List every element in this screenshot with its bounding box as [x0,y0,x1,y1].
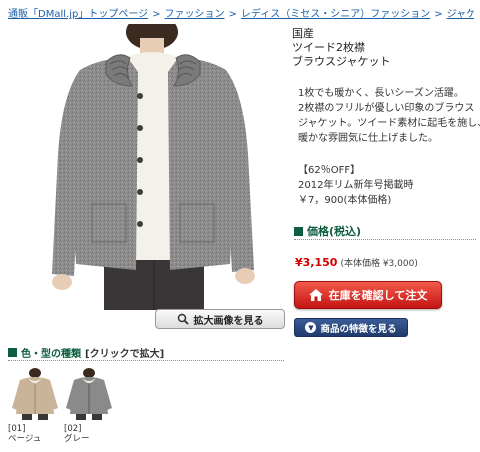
promo-catalog: 2012年リム新年号掲載時 [298,180,414,191]
zoom-image-label: 拡大画像を見る [193,315,264,327]
product-promo: 【62％OFF】 2012年リム新年号掲載時 ￥7，900(本体価格) [298,163,476,208]
description-line: 2枚襟のフリルが優しい印象のブラウス [298,103,475,114]
swatch-code: [02] [64,424,82,434]
color-options-heading: 色・型の種類 [クリックで拡大] [8,344,284,361]
price-heading-label: 価格(税込) [307,225,362,238]
breadcrumb-separator: > [228,9,237,20]
price-display: ¥3,150 (本体価格 ¥3,000) [295,256,418,269]
zoom-image-button[interactable]: 拡大画像を見る [155,309,285,329]
description-line: ジャケット。ツイード素材に起毛を施し、 [298,118,480,129]
breadcrumb-separator: > [152,9,161,20]
product-description: 1枚でも暖かく、長いシーズン活躍。 2枚襟のフリルが優しい印象のブラウス ジャケ… [298,86,480,146]
description-line: 1枚でも暖かく、長いシーズン活躍。 [298,88,464,99]
base-price: (本体価格 ¥3,000) [340,259,418,269]
jacket-model-image [52,24,255,310]
title-line: ツイード2枚襟 [292,41,365,54]
beige-jacket-thumbnail [12,368,58,420]
heading-square-icon [294,226,303,236]
breadcrumb-link-jacket[interactable]: ジャケット [447,9,474,20]
price-value: ¥3,150 [295,256,338,269]
promo-discount: 【62％OFF】 [298,165,361,176]
breadcrumb: 通販「DMall.jp」トップページ > ファッション > レディス（ミセス・シニア）フ… [8,8,474,22]
title-line: ブラウスジャケット [292,55,391,68]
breadcrumb-link-top[interactable]: 通販「DMall.jp」トップページ [8,9,148,20]
color-heading-hint: [クリックで拡大] [85,348,165,360]
chevron-down-icon: ▼ [305,322,317,333]
price-heading: 価格(税込) [294,223,476,240]
breadcrumb-link-fashion[interactable]: ファッション [165,9,225,20]
swatch-beige[interactable] [8,368,62,420]
swatch-name: ベージュ [8,434,42,444]
order-button[interactable]: 在庫を確認して注文 [294,281,442,309]
heading-square-icon [8,347,17,357]
swatch-beige-label: [01] ベージュ [8,424,41,444]
swatch-gray[interactable] [62,368,116,420]
swatch-name: グレー [64,434,90,444]
magnifier-icon [177,313,189,325]
promo-original-price: ￥7，900(本体価格) [298,195,392,206]
breadcrumb-link-ladies[interactable]: レディス（ミセス・シニア）ファッション [241,9,430,20]
breadcrumb-separator: > [434,9,443,20]
color-heading-label: 色・型の種類 [21,348,81,360]
title-line: 国産 [292,27,314,40]
description-line: 暖かな雰囲気に仕上げました。 [298,133,438,144]
swatch-gray-label: [02] グレー [64,424,90,444]
swatch-code: [01] [8,424,26,434]
gray-jacket-thumbnail [66,368,112,420]
order-button-label: 在庫を確認して注文 [328,289,428,302]
home-icon [308,289,323,301]
features-button[interactable]: ▼ 商品の特徴を見る [294,318,408,337]
features-button-label: 商品の特徴を見る [320,323,397,335]
product-photo[interactable] [40,24,266,310]
product-title: 国産 ツイード2枚襟 ブラウスジャケット [292,27,474,69]
